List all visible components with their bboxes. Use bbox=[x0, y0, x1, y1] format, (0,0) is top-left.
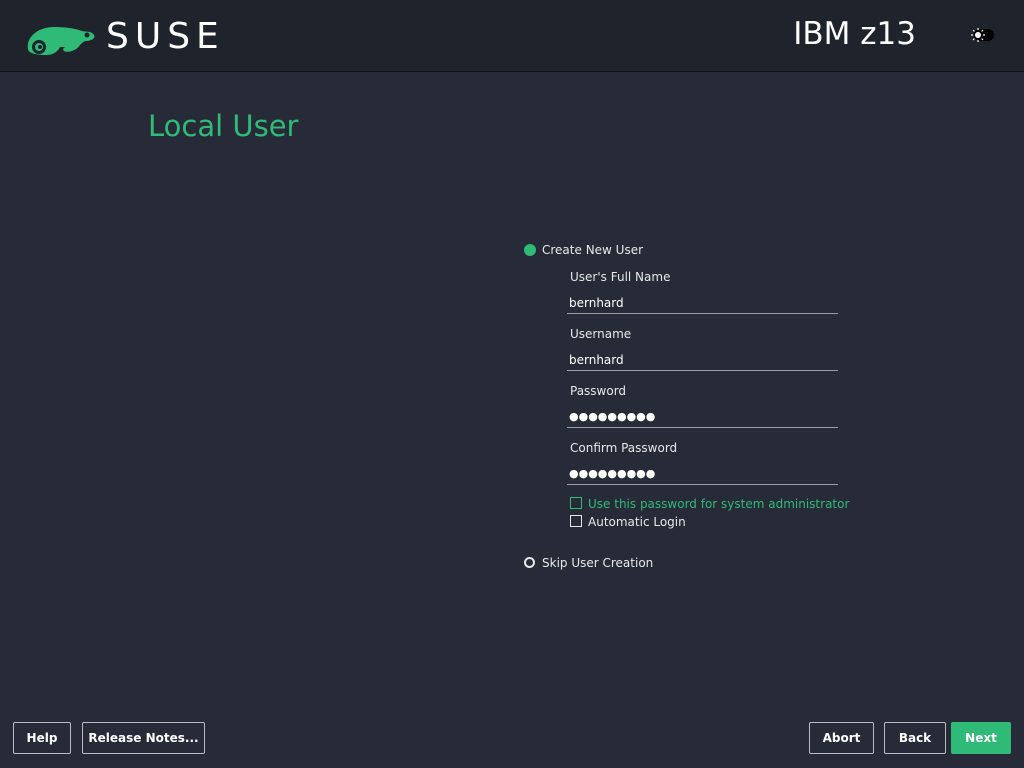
use-for-admin-label[interactable]: Use this password for system administrat… bbox=[588, 496, 849, 512]
use-for-admin-checkbox[interactable] bbox=[570, 497, 582, 509]
suse-logo: SUSE bbox=[24, 16, 225, 59]
create-new-user-label[interactable]: Create New User bbox=[542, 242, 643, 258]
skip-user-creation-radio[interactable] bbox=[524, 557, 535, 568]
brand-wordmark: SUSE bbox=[106, 16, 225, 57]
password-label: Password bbox=[570, 384, 627, 398]
username-input[interactable] bbox=[567, 350, 838, 371]
top-bar: SUSE IBM z13 bbox=[0, 0, 1024, 72]
next-button[interactable]: Next bbox=[951, 722, 1011, 754]
confirm-password-input[interactable] bbox=[567, 464, 838, 485]
help-button[interactable]: Help bbox=[13, 722, 71, 754]
sun-toggle-icon bbox=[971, 28, 994, 42]
skip-user-creation-label[interactable]: Skip User Creation bbox=[542, 555, 653, 571]
automatic-login-checkbox[interactable] bbox=[570, 515, 582, 527]
page-title: Local User bbox=[148, 109, 299, 143]
back-button[interactable]: Back bbox=[884, 722, 946, 754]
username-label: Username bbox=[570, 327, 632, 341]
confirm-password-label: Confirm Password bbox=[570, 441, 678, 455]
chameleon-logo-icon bbox=[27, 27, 95, 55]
create-new-user-radio[interactable] bbox=[524, 244, 536, 256]
full-name-input[interactable] bbox=[567, 293, 838, 314]
full-name-label: User's Full Name bbox=[570, 270, 671, 284]
machine-name: IBM z13 bbox=[793, 16, 916, 52]
abort-button[interactable]: Abort bbox=[809, 722, 874, 754]
automatic-login-label[interactable]: Automatic Login bbox=[588, 514, 686, 530]
theme-toggle[interactable] bbox=[968, 26, 998, 44]
password-input[interactable] bbox=[567, 407, 838, 428]
release-notes-button[interactable]: Release Notes... bbox=[82, 722, 205, 754]
